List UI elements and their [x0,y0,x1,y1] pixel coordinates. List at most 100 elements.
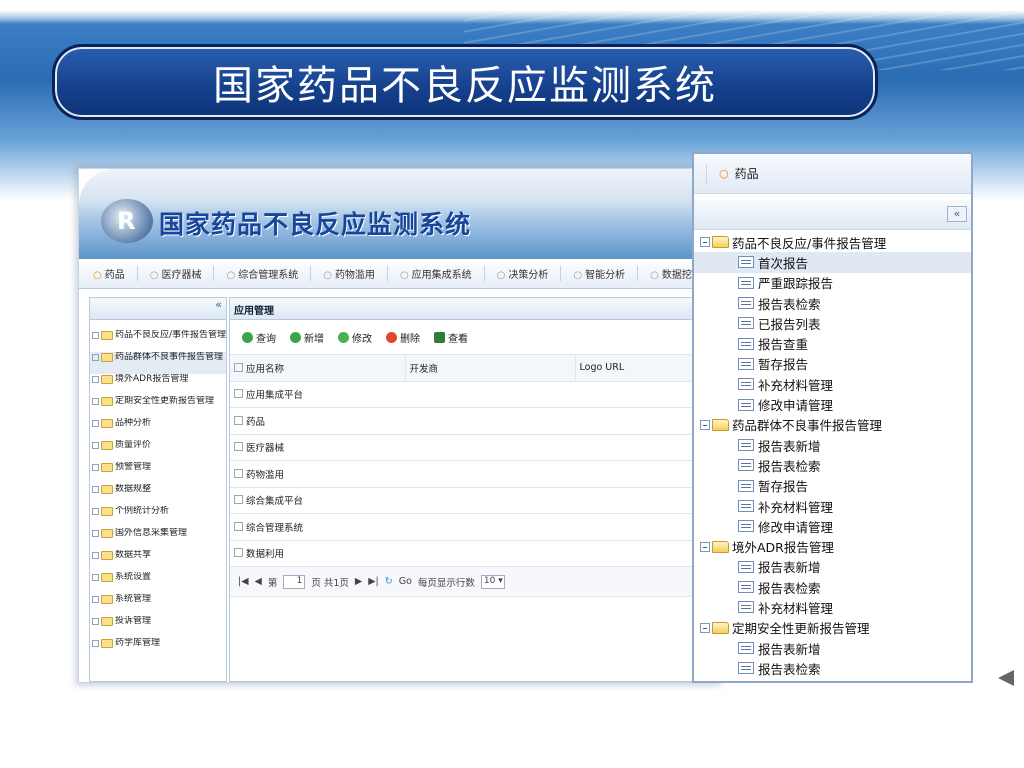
tree-leaf-node[interactable]: 报告表检索 [694,293,971,313]
edit-button[interactable]: 修改 [338,330,372,345]
left-collapse-button[interactable]: « [215,298,222,311]
left-tree-item[interactable]: 数据共享 [90,550,226,572]
table-row[interactable]: 药物滥用 [230,460,717,488]
table-row[interactable]: 医疗器械 [230,434,717,461]
left-tree-item[interactable]: 个例统计分析 [90,506,226,528]
collapse-toggle-icon[interactable] [92,640,99,647]
refresh-icon[interactable]: ↻ [385,576,393,587]
nav-item[interactable]: ○ 药品 [93,266,138,281]
table-row[interactable]: 综合管理系统 [230,513,717,541]
collapse-toggle-icon[interactable] [700,622,710,633]
nav-item[interactable]: ○ 决策分析 [497,266,562,281]
tree-node-label: 报告表检索 [758,458,821,474]
tree-group-node[interactable]: 药品群体不良事件报告管理 [694,415,971,435]
collapse-toggle-icon[interactable] [92,574,99,581]
first-page-button[interactable]: |◀ [238,576,249,587]
row-checkbox[interactable] [234,548,243,558]
tree-leaf-node[interactable]: 补充材料管理 [694,597,971,617]
nav-item[interactable]: ○ 药物滥用 [323,266,388,281]
per-page-select[interactable]: 10 ▾ [480,574,505,589]
tree-leaf-node[interactable]: 暂存报告 [694,476,971,496]
add-button[interactable]: 新增 [290,330,324,345]
tree-leaf-node[interactable]: 严重跟踪报告 [694,273,971,293]
tree-leaf-node[interactable]: 报告表检索 [694,455,971,475]
row-checkbox[interactable] [234,521,243,531]
view-button[interactable]: 查看 [434,330,468,345]
collapse-toggle-icon[interactable] [92,486,99,493]
nav-item[interactable]: ○ 应用集成系统 [400,266,485,281]
tree-group-node[interactable]: 药品不良反应/事件报告管理 [694,232,971,252]
zoom-header-label[interactable]: 药品 [735,165,759,182]
tree-leaf-node[interactable]: 报告表检索 [694,658,971,678]
prev-page-button[interactable]: ◀ [255,576,262,587]
collapse-toggle-icon[interactable] [92,530,99,537]
left-tree-item[interactable]: 药学库管理 [90,638,226,660]
collapse-toggle-icon[interactable] [92,464,99,471]
next-page-button[interactable]: ▶ [355,576,362,587]
last-page-button[interactable]: ▶| [368,576,379,587]
tree-leaf-node[interactable]: 报告表新增 [694,557,971,577]
tree-leaf-node[interactable]: 报告表新增 [694,435,971,455]
table-row[interactable]: 数据利用 [230,540,717,567]
row-checkbox[interactable] [234,495,243,505]
left-tree-item[interactable]: 质量评价 [90,440,226,462]
tree-group-node[interactable]: 定期安全性更新报告管理 [694,618,971,638]
collapse-toggle-icon[interactable] [92,442,99,449]
nav-item[interactable]: ○ 医疗器械 [150,266,215,281]
query-button[interactable]: 查询 [242,330,276,345]
row-checkbox[interactable] [234,442,243,452]
left-tree-item[interactable]: 预警管理 [90,462,226,484]
left-tree-item[interactable]: 投诉管理 [90,616,226,638]
left-tree-item[interactable]: 定期安全性更新报告管理 [90,396,226,418]
tree-leaf-node[interactable]: 补充材料管理 [694,374,971,394]
delete-button[interactable]: 删除 [386,330,420,345]
query-label: 查询 [256,333,276,345]
go-button[interactable]: Go [399,576,412,587]
collapse-toggle-icon[interactable] [92,332,99,339]
tree-leaf-node[interactable]: 报告表新增 [694,638,971,658]
row-checkbox[interactable] [234,468,243,478]
left-tree-item[interactable]: 系统设置 [90,572,226,594]
collapse-toggle-icon[interactable] [92,376,99,383]
left-tree-item[interactable]: 数据规整 [90,484,226,506]
left-tree-item[interactable]: 药品群体不良事件报告管理 [90,352,226,374]
collapse-toggle-icon[interactable] [92,508,99,515]
page-number-input[interactable]: 1 [283,574,306,589]
left-tree-item[interactable]: 国外信息采集管理 [90,528,226,550]
left-tree-item[interactable]: 品种分析 [90,418,226,440]
select-all-checkbox[interactable] [234,362,243,372]
collapse-button[interactable]: « [947,206,967,222]
collapse-toggle-icon[interactable] [700,237,710,248]
tree-leaf-node[interactable]: 报告查重 [694,333,971,353]
left-tree-item[interactable]: 系统管理 [90,594,226,616]
nav-item[interactable]: ○ 综合管理系统 [226,266,312,281]
collapse-toggle-icon[interactable] [92,596,99,603]
row-checkbox[interactable] [234,389,243,399]
prev-slide-arrow-icon[interactable] [998,670,1014,686]
collapse-toggle-icon[interactable] [700,541,710,552]
table-row[interactable]: 综合集成平台 [230,487,717,514]
collapse-toggle-icon[interactable] [92,420,99,427]
nav-item[interactable]: ○ 智能分析 [573,266,639,281]
tree-group-node[interactable]: 境外ADR报告管理 [694,536,971,556]
tree-leaf-node[interactable]: 报告表检索 [694,577,971,597]
document-icon [738,439,754,452]
row-checkbox[interactable] [234,415,243,425]
tree-leaf-node[interactable]: 暂存报告 [694,354,971,374]
left-tree-item-label: 境外ADR报告管理 [115,374,189,384]
collapse-toggle-icon[interactable] [92,552,99,559]
tree-leaf-node[interactable]: 已报告列表 [694,313,971,333]
collapse-toggle-icon[interactable] [700,419,710,430]
tree-leaf-node[interactable]: 修改申请管理 [694,394,971,414]
left-tree-item[interactable]: 药品不良反应/事件报告管理 [90,330,226,352]
tree-leaf-node[interactable]: 首次报告 [694,252,971,273]
table-row[interactable]: 药品 [230,407,717,435]
table-row[interactable]: 应用集成平台 [230,381,717,408]
tree-leaf-node[interactable]: 修改申请管理 [694,516,971,536]
collapse-toggle-icon[interactable] [92,618,99,625]
circle-icon: ○ [323,270,332,281]
left-tree-item[interactable]: 境外ADR报告管理 [90,374,226,396]
tree-leaf-node[interactable]: 补充材料管理 [694,496,971,516]
collapse-toggle-icon[interactable] [92,354,99,361]
collapse-toggle-icon[interactable] [92,398,99,405]
